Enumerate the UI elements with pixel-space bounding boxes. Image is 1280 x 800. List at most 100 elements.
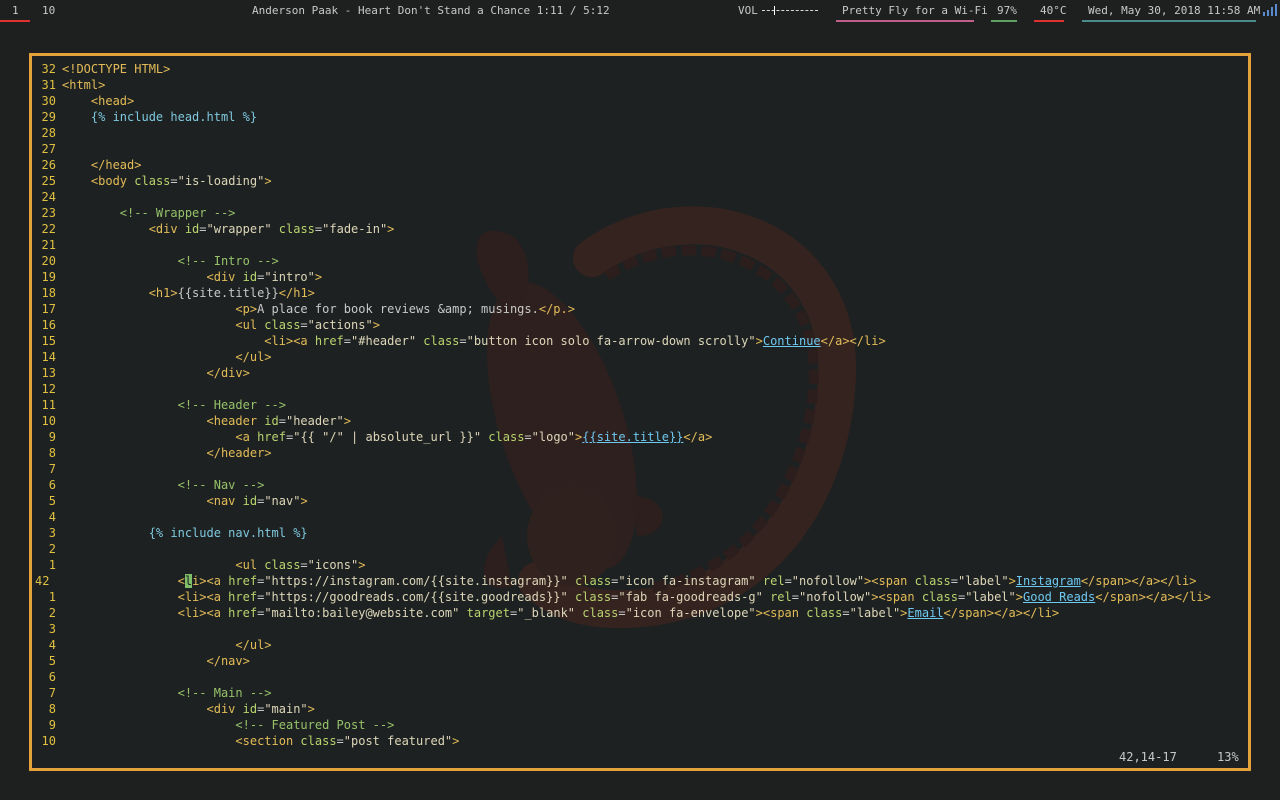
code-line[interactable]: 6 <!-- Nav --> [32, 477, 1248, 493]
code-line[interactable]: 9 <a href = "{{ "/" | absolute_url }}" cla… [32, 429, 1248, 445]
link-text[interactable]: Continue [763, 334, 821, 348]
wifi-ssid[interactable]: Pretty Fly for a Wi-Fi [842, 4, 988, 18]
code-line[interactable]: 10 <header id="header"> [32, 413, 1248, 429]
line-content[interactable]: <li><a href="#header" class="button icon… [62, 333, 885, 349]
code-line[interactable]: 29 {% include head.html %} [32, 109, 1248, 125]
code-line[interactable]: 12 [32, 381, 1248, 397]
code-line[interactable]: 8 <div id="main"> [32, 701, 1248, 717]
line-content[interactable]: </div> [62, 365, 250, 381]
code-line[interactable]: 3 {% include nav.html %} [32, 525, 1248, 541]
line-content[interactable]: <body class="is-loading"> [62, 173, 272, 189]
line-content[interactable]: <section class="post featured"> [62, 733, 459, 749]
code-line[interactable]: 23 <!-- Wrapper --> [32, 205, 1248, 221]
vim-editor-window[interactable]: 32 <!DOCTYPE HTML> 31 <html> 30 <head> 29 {% … [29, 53, 1251, 771]
line-content[interactable]: <!-- Header --> [62, 397, 286, 413]
code-line[interactable]: 5 </nav> [32, 653, 1248, 669]
link-text[interactable]: Good Reads [1023, 590, 1095, 604]
code-line[interactable]: 28 [32, 125, 1248, 141]
line-content[interactable]: <!-- Wrapper --> [62, 205, 236, 221]
code-line[interactable]: 7 <!-- Main --> [32, 685, 1248, 701]
line-number: 3 [48, 622, 56, 636]
line-content[interactable]: <li><a href = "https://instagram.com/{{sit… [62, 573, 1196, 589]
line-content[interactable]: <nav id="nav"> [62, 493, 308, 509]
html-tag: <a [235, 430, 258, 444]
code-line[interactable]: 11 <!-- Header --> [32, 397, 1248, 413]
line-content[interactable]: <!-- Main --> [62, 685, 272, 701]
code-line[interactable]: 30 <head> [32, 93, 1248, 109]
line-content[interactable]: <head> [62, 93, 134, 109]
line-content[interactable]: <!-- Intro --> [62, 253, 279, 269]
code-line[interactable]: 24 [32, 189, 1248, 205]
code-line[interactable]: 4 </ul> [32, 637, 1248, 653]
code-line[interactable]: 10 <section class="post featured"> [32, 733, 1248, 749]
line-content[interactable]: </nav> [62, 653, 250, 669]
line-content[interactable]: <a href = "{{ "/" | absolute_url }}" class… [62, 429, 712, 445]
attribute-name: class [423, 334, 460, 348]
code-line[interactable]: 31 <html> [32, 77, 1248, 93]
code-line[interactable]: 8 </header> [32, 445, 1248, 461]
line-content[interactable]: <html> [62, 77, 105, 93]
code-line[interactable]: 16 <ul class="actions"> [32, 317, 1248, 333]
code-line[interactable]: 26 </head> [32, 157, 1248, 173]
link-text[interactable]: {{site.title}} [582, 430, 683, 444]
temperature[interactable]: 40°C [1040, 4, 1067, 18]
line-number: 30 [41, 94, 56, 108]
line-content[interactable]: </head> [62, 157, 142, 173]
code-line[interactable]: 15 <li><a href="#header" class="button i… [32, 333, 1248, 349]
code-line[interactable]: 18 <h1>{{site.title}}</h1> [32, 285, 1248, 301]
datetime[interactable]: Wed, May 30, 2018 11:58 AM [1088, 4, 1260, 18]
code-line[interactable]: 42 <li><a href = "https://instagram.com/{{… [32, 573, 1248, 589]
volume-knob[interactable] [773, 6, 775, 15]
code-line[interactable]: 7 [32, 461, 1248, 477]
code-line[interactable]: 9 <!-- Featured Post --> [32, 717, 1248, 733]
link-text[interactable]: Instagram [1016, 574, 1081, 588]
line-content[interactable]: {% include nav.html %} [62, 525, 308, 541]
workspace-10[interactable]: 10 [42, 4, 55, 18]
line-content[interactable]: <h1>{{site.title}}</h1> [62, 285, 315, 301]
now-playing[interactable]: Anderson Paak - Heart Don't Stand a Chan… [252, 4, 610, 18]
code-line[interactable]: 1 <ul class="icons"> [32, 557, 1248, 573]
attribute-name: rel [762, 574, 785, 588]
battery-level[interactable]: 97% [997, 4, 1017, 18]
code-line[interactable]: 22 <div id="wrapper" class="fade-in"> [32, 221, 1248, 237]
line-content[interactable]: <!-- Nav --> [62, 477, 265, 493]
line-content[interactable]: <ul class="actions"> [62, 317, 380, 333]
line-content[interactable]: </ul> [62, 349, 271, 365]
code-line[interactable]: 21 [32, 237, 1248, 253]
line-content[interactable]: <ul class="icons"> [62, 557, 365, 573]
line-content[interactable]: <li><a href = "https://goodreads.com/{{sit… [62, 589, 1211, 605]
code-line[interactable]: 2 <li><a href = "mailto:bailey@website.com… [32, 605, 1248, 621]
code-line[interactable]: 25 <body class="is-loading"> [32, 173, 1248, 189]
code-line[interactable]: 32 <!DOCTYPE HTML> [32, 61, 1248, 77]
line-content[interactable]: <!DOCTYPE HTML> [62, 61, 170, 77]
code-line[interactable]: 1 <li><a href = "https://goodreads.com/{{s… [32, 589, 1248, 605]
workspace-1[interactable]: 1 [12, 4, 19, 18]
code-line[interactable]: 5 <nav id="nav"> [32, 493, 1248, 509]
line-content[interactable]: <div id="intro"> [62, 269, 323, 285]
code-buffer[interactable]: 32 <!DOCTYPE HTML> 31 <html> 30 <head> 29 {% … [32, 61, 1248, 749]
code-line[interactable]: 27 [32, 141, 1248, 157]
code-line[interactable]: 3 [32, 621, 1248, 637]
code-line[interactable]: 13 </div> [32, 365, 1248, 381]
line-content[interactable]: <p>A place for book reviews &amp; musing… [62, 301, 575, 317]
code-line[interactable]: 20 <!-- Intro --> [32, 253, 1248, 269]
code-line[interactable]: 19 <div id="intro"> [32, 269, 1248, 285]
code-line[interactable]: 4 [32, 509, 1248, 525]
signal-strength-icon[interactable] [1262, 4, 1278, 16]
line-content[interactable]: <li><a href="mailto:bailey@website.com" … [62, 605, 1060, 621]
line-content[interactable]: <div id="wrapper" class="fade-in"> [62, 221, 395, 237]
volume-slider[interactable] [761, 5, 818, 15]
code-line[interactable]: 6 [32, 669, 1248, 685]
volume-widget[interactable]: VOL [738, 4, 818, 18]
line-content[interactable]: </ul> [62, 637, 271, 653]
code-line[interactable]: 17 <p>A place for book reviews &amp; mus… [32, 301, 1248, 317]
link-text[interactable]: Email [907, 606, 943, 620]
line-content[interactable]: <div id="main"> [62, 701, 315, 717]
line-content[interactable]: </header> [62, 445, 272, 461]
code-line[interactable]: 2 [32, 541, 1248, 557]
line-content[interactable]: <!-- Featured Post --> [62, 717, 394, 733]
line-content[interactable]: <header id="header"> [62, 413, 352, 429]
line-content[interactable]: {% include head.html %} [62, 109, 257, 125]
code-line[interactable]: 14 </ul> [32, 349, 1248, 365]
plain-text: = [343, 334, 352, 348]
